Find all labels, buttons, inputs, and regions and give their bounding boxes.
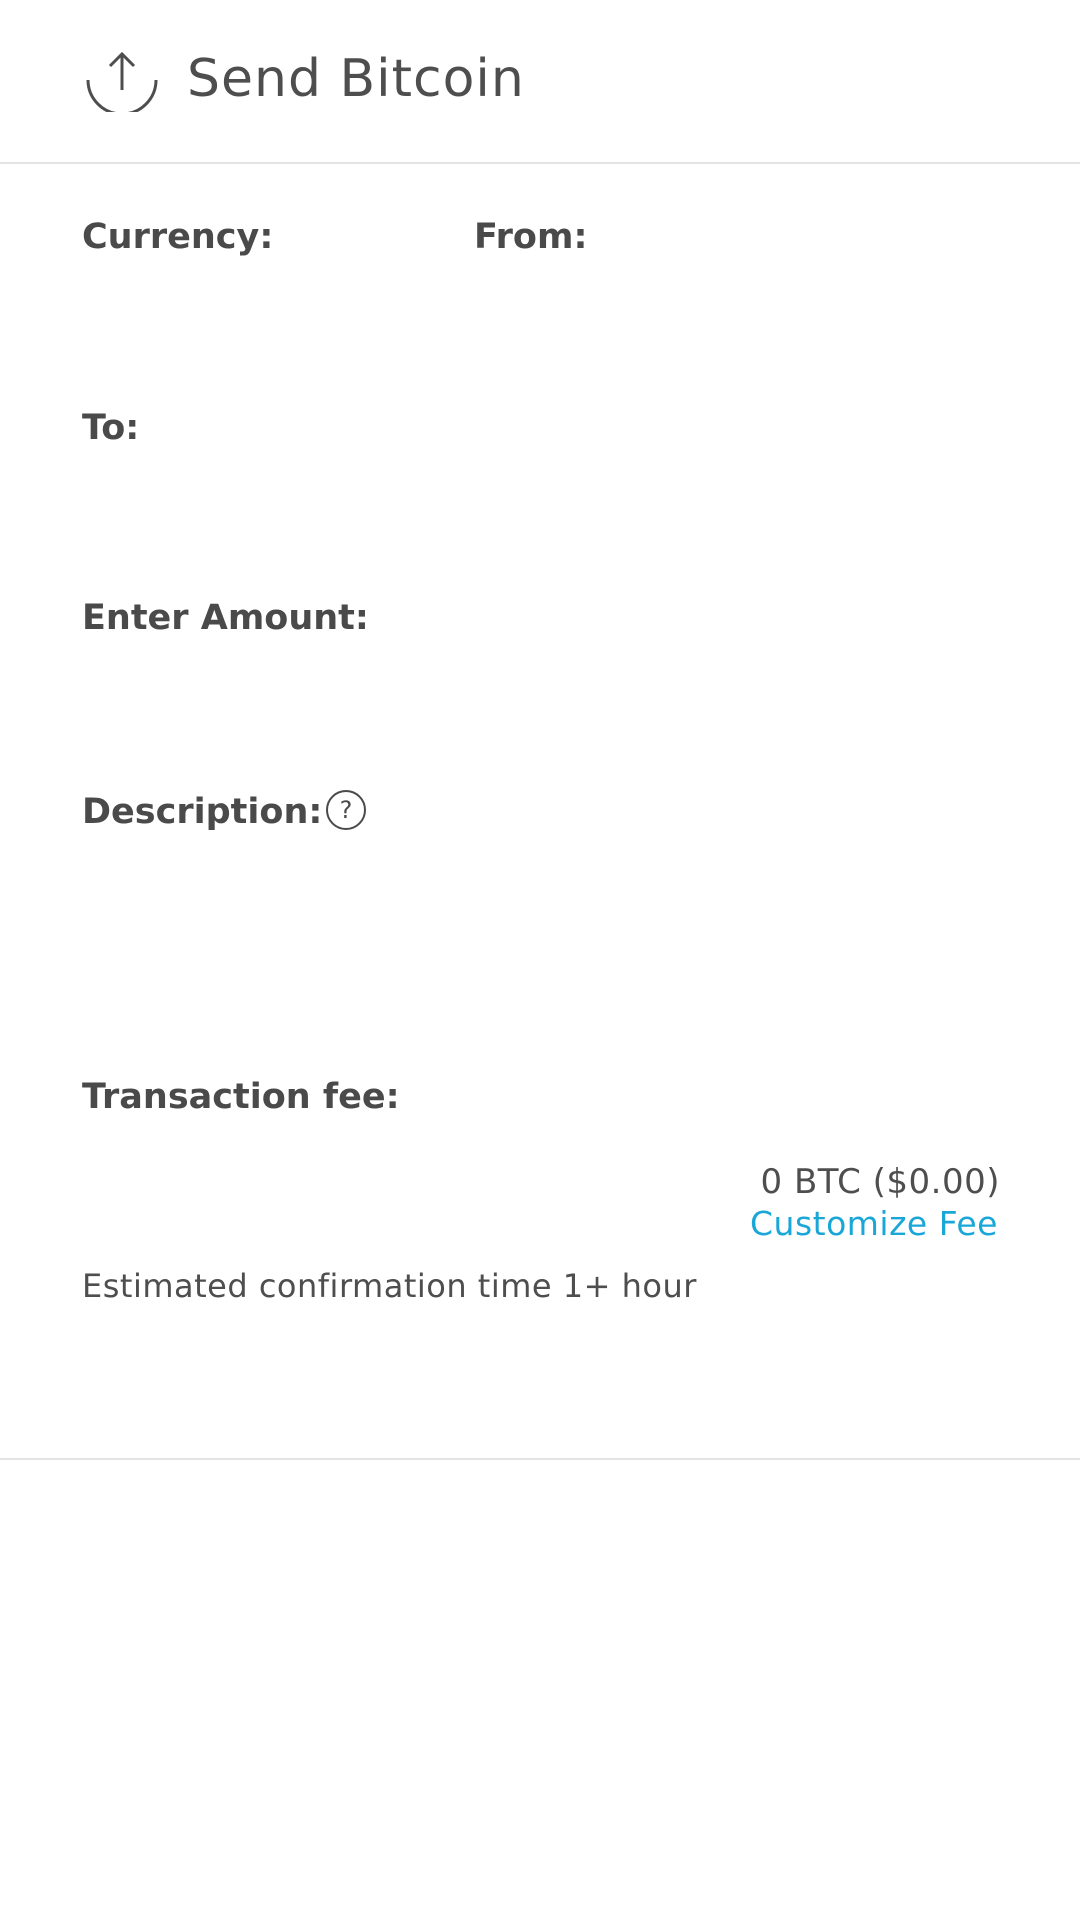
- page-title: Send Bitcoin: [187, 49, 525, 109]
- to-label: To:: [82, 408, 140, 448]
- svg-text:?: ?: [340, 796, 353, 824]
- customize-fee-link[interactable]: Customize Fee: [750, 1203, 998, 1245]
- question-circle-icon[interactable]: ?: [325, 789, 367, 831]
- enter-amount-label: Enter Amount:: [82, 598, 369, 638]
- currency-label: Currency:: [82, 217, 274, 257]
- divider: [0, 1458, 1080, 1460]
- fee-amount: 0 BTC ($0.00): [760, 1162, 1000, 1202]
- header-bar: Send Bitcoin: [0, 0, 1080, 164]
- upload-icon: [86, 51, 158, 112]
- estimated-confirmation-time: Estimated confirmation time 1+ hour: [82, 1267, 697, 1305]
- from-label: From:: [474, 217, 588, 257]
- description-label: Description:: [82, 792, 323, 832]
- transaction-fee-label: Transaction fee:: [82, 1077, 400, 1117]
